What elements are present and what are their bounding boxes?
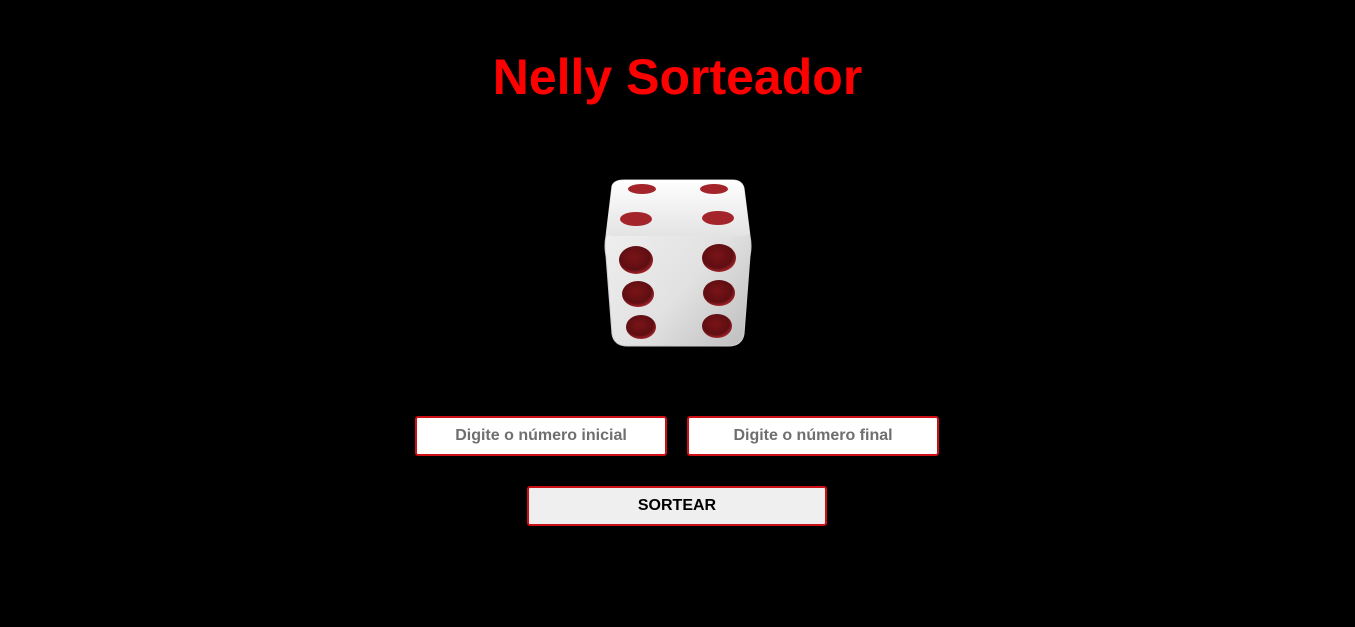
app-page: Nelly Sorteador Digite o número inicial …: [0, 0, 1355, 627]
dice-image: [598, 176, 758, 352]
dice-icon: [604, 179, 752, 347]
end-number-input[interactable]: [687, 416, 939, 456]
page-title: Nelly Sorteador: [492, 49, 863, 105]
start-number-input[interactable]: [415, 416, 667, 456]
draw-button[interactable]: SORTEAR: [527, 486, 827, 526]
